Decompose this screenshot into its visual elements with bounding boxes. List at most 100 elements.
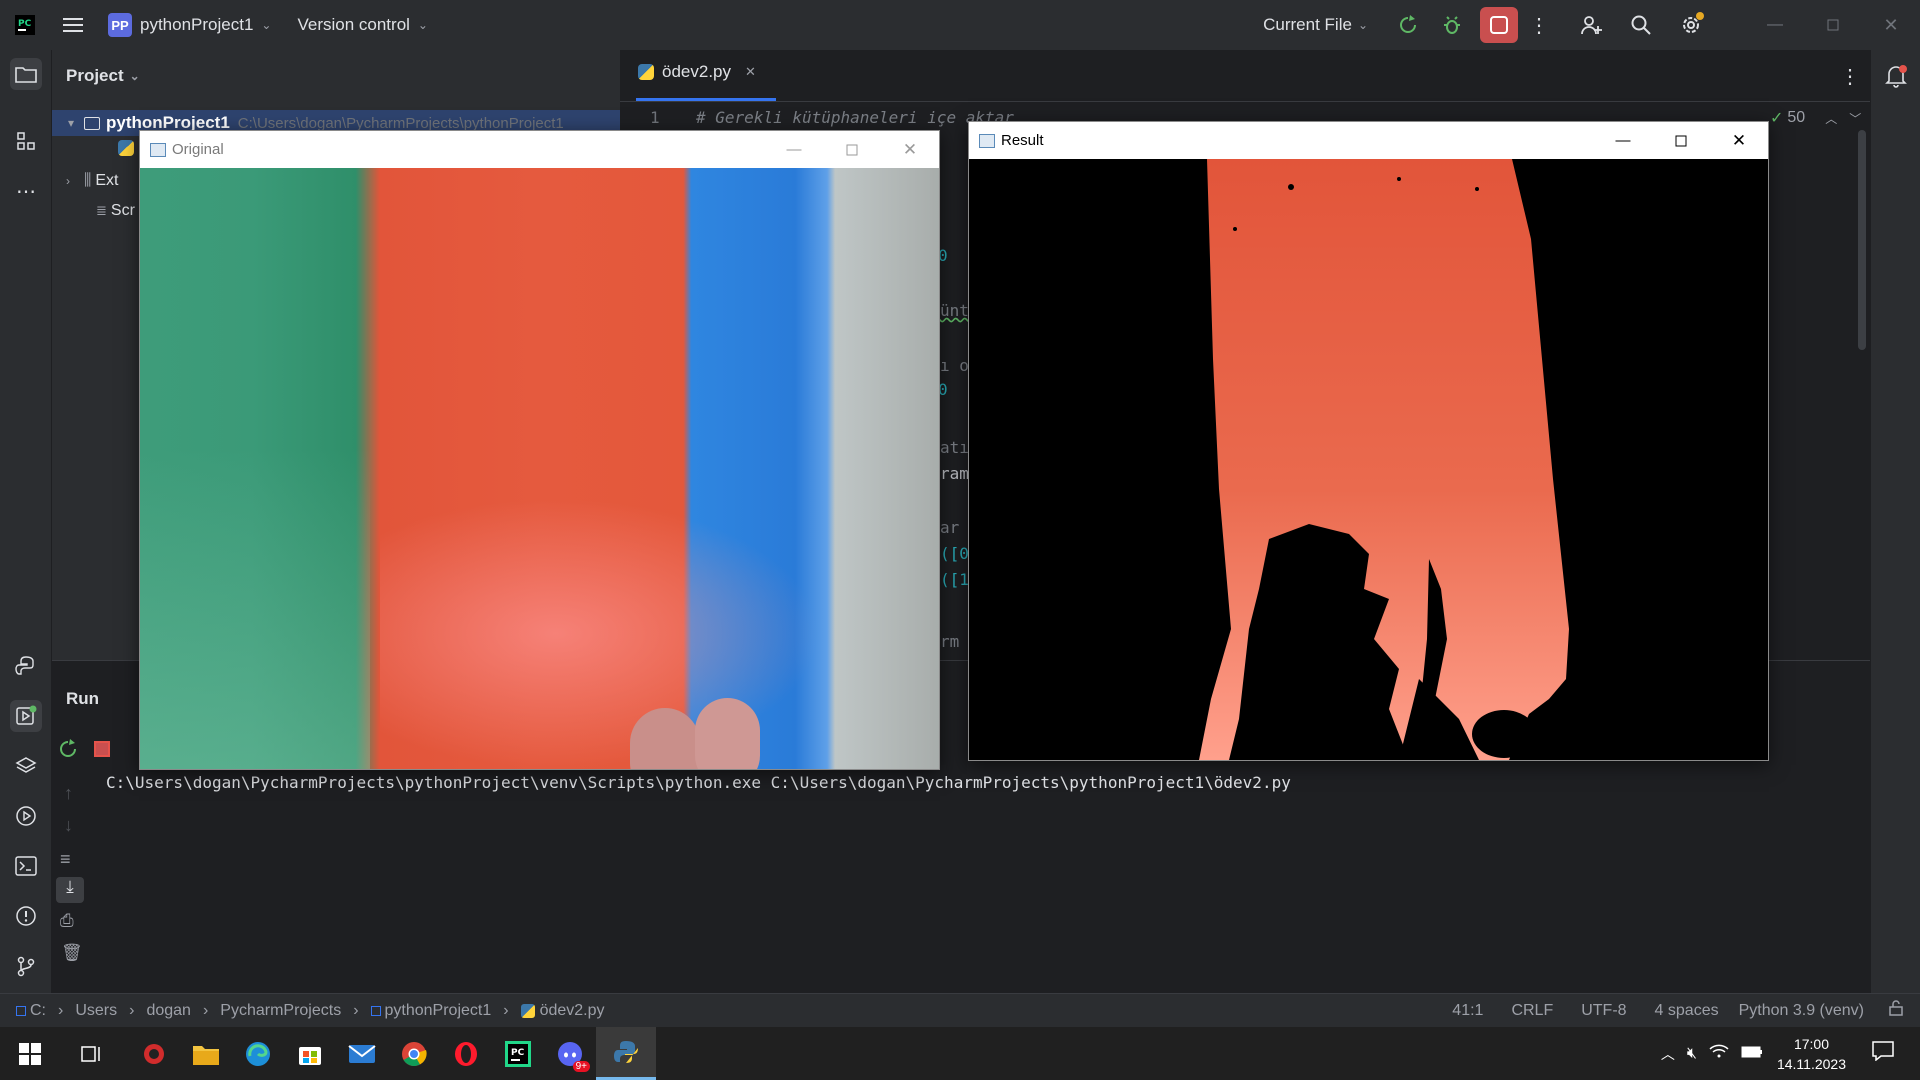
git-icon[interactable] xyxy=(10,950,42,982)
tree-item-external-libraries[interactable]: › ⫼ Ext xyxy=(66,172,119,190)
close-icon[interactable]: ✕ xyxy=(881,131,939,168)
soft-wrap-icon[interactable]: ≡ xyxy=(60,849,71,870)
breadcrumb-item[interactable]: pythonProject1 xyxy=(385,1002,492,1020)
windows-taskbar: PC 9+ ︿ 🔇︎ 17:00 14.11.2023 xyxy=(0,1027,1920,1080)
battery-icon[interactable] xyxy=(1741,1045,1763,1063)
original-window-title: Original xyxy=(172,141,224,158)
indent-setting[interactable]: 4 spaces xyxy=(1655,1002,1719,1020)
lock-icon[interactable] xyxy=(1888,1000,1904,1021)
close-tab-icon[interactable]: ✕ xyxy=(745,64,756,80)
notification-center-icon[interactable] xyxy=(1872,1041,1894,1066)
result-window-titlebar[interactable]: Result — ✕ xyxy=(969,122,1768,159)
project-tool-icon[interactable] xyxy=(10,58,42,90)
original-image-window[interactable]: Original — ✕ xyxy=(139,130,940,770)
trash-icon[interactable]: 🗑 xyxy=(61,943,83,963)
file-encoding[interactable]: UTF-8 xyxy=(1581,1002,1626,1020)
breadcrumb-item[interactable]: Users xyxy=(75,1002,117,1020)
breadcrumb-item[interactable]: ödev2.py xyxy=(540,1002,605,1020)
mail-icon[interactable] xyxy=(336,1027,388,1080)
code-fragment: ([0 xyxy=(940,544,969,563)
discord-icon[interactable]: 9+ xyxy=(544,1027,596,1080)
debug-icon[interactable] xyxy=(1430,0,1474,50)
pycharm-taskbar-icon[interactable]: PC xyxy=(492,1027,544,1080)
stop-button[interactable] xyxy=(1480,7,1518,43)
scroll-down-icon[interactable]: ↓ xyxy=(64,815,73,836)
file-explorer-icon[interactable] xyxy=(180,1027,232,1080)
maximize-icon[interactable] xyxy=(1652,122,1710,159)
breadcrumb-item[interactable]: dogan xyxy=(146,1002,191,1020)
notifications-bell-icon[interactable] xyxy=(1884,64,1908,93)
chevron-down-icon[interactable]: ﹀ xyxy=(1849,110,1861,127)
caret-position[interactable]: 41:1 xyxy=(1452,1002,1483,1020)
chevron-down-icon[interactable]: ▾ xyxy=(68,116,74,130)
chevron-up-icon[interactable]: ︿ xyxy=(1825,110,1837,127)
structure-tool-icon[interactable] xyxy=(10,125,42,157)
windows-start-icon[interactable] xyxy=(4,1027,56,1080)
project-panel-header[interactable]: Project ⌄ xyxy=(66,66,140,86)
scroll-up-icon[interactable]: ↑ xyxy=(64,783,73,804)
screen-recorder-icon[interactable] xyxy=(128,1027,180,1080)
library-icon: ⫼ xyxy=(84,172,92,189)
module-icon xyxy=(370,1005,381,1016)
result-image-window[interactable]: Result — ✕ xyxy=(968,121,1769,761)
code-fragment: ünt xyxy=(940,301,969,320)
version-control-menu[interactable]: Version control ⌄ xyxy=(297,15,428,35)
editor-more-icon[interactable]: ⋮ xyxy=(1840,64,1860,89)
gutter-line-number: 1 xyxy=(650,108,660,127)
more-actions-icon[interactable]: ⋮ xyxy=(1524,0,1554,50)
breadcrumb-item[interactable]: C: xyxy=(30,1002,46,1020)
project-name: pythonProject1 xyxy=(140,15,254,34)
editor-tab[interactable]: ödev2.py ✕ xyxy=(638,62,756,82)
rerun-icon[interactable] xyxy=(58,739,78,764)
window-app-icon xyxy=(150,142,166,157)
volume-muted-icon[interactable]: 🔇︎ xyxy=(1687,1045,1697,1063)
python-packages-icon[interactable] xyxy=(10,750,42,782)
python-interpreter[interactable]: Python 3.9 (venv) xyxy=(1739,1002,1864,1020)
inspection-widget[interactable]: ✓ 50 ︿ ﹀ xyxy=(1770,108,1861,128)
run-config-selector[interactable]: Current File ⌄ xyxy=(1263,15,1368,35)
tree-item-scratches[interactable]: ≣ Scr xyxy=(96,202,135,220)
terminal-icon[interactable] xyxy=(10,850,42,882)
close-icon[interactable]: ✕ xyxy=(1710,122,1768,159)
python-console-icon[interactable] xyxy=(10,650,42,682)
print-icon[interactable]: ⎙ xyxy=(60,911,74,931)
original-window-titlebar[interactable]: Original — ✕ xyxy=(140,131,939,168)
task-view-icon[interactable] xyxy=(66,1027,118,1080)
console-command-line[interactable]: C:\Users\dogan\PycharmProjects\pythonPro… xyxy=(106,773,1291,792)
opera-icon[interactable] xyxy=(440,1027,492,1080)
run-tab[interactable]: Run xyxy=(66,689,99,709)
wifi-icon[interactable] xyxy=(1709,1043,1729,1064)
problems-icon[interactable] xyxy=(10,900,42,932)
python-app-icon[interactable] xyxy=(596,1027,656,1080)
maximize-window-icon[interactable] xyxy=(1804,0,1862,50)
project-switcher[interactable]: PP pythonProject1 ⌄ xyxy=(108,13,271,37)
run-tool-icon[interactable] xyxy=(10,700,42,732)
show-hidden-icons-icon[interactable]: ︿ xyxy=(1661,1044,1675,1064)
microsoft-store-icon[interactable] xyxy=(284,1027,336,1080)
minimize-window-icon[interactable]: — xyxy=(1746,0,1804,50)
breadcrumb-item[interactable]: PycharmProjects xyxy=(220,1002,341,1020)
close-window-icon[interactable]: ✕ xyxy=(1862,0,1920,50)
minimize-icon[interactable]: — xyxy=(765,131,823,168)
editor-tab-bar: ödev2.py ✕ ⋮ xyxy=(620,50,1870,102)
stop-icon[interactable] xyxy=(94,741,110,757)
scratches-label: Scr xyxy=(110,202,135,219)
line-separator[interactable]: CRLF xyxy=(1511,1002,1553,1020)
scroll-to-end-icon[interactable]: ⤓ xyxy=(56,877,84,903)
minimize-icon[interactable]: — xyxy=(1594,122,1652,159)
edge-browser-icon[interactable] xyxy=(232,1027,284,1080)
system-clock[interactable]: 17:00 14.11.2023 xyxy=(1777,1034,1846,1074)
code-line-1[interactable]: # Gerekli kütüphaneleri içe aktar xyxy=(696,108,1014,127)
add-user-icon[interactable] xyxy=(1566,0,1616,50)
version-control-label: Version control xyxy=(297,15,410,34)
more-tools-icon[interactable]: ⋯ xyxy=(10,175,42,207)
main-menu-icon[interactable] xyxy=(50,0,96,50)
chrome-icon[interactable] xyxy=(388,1027,440,1080)
maximize-icon[interactable] xyxy=(823,131,881,168)
rerun-icon[interactable] xyxy=(1386,0,1430,50)
settings-gear-icon[interactable] xyxy=(1666,0,1716,50)
vertical-scrollbar[interactable] xyxy=(1858,130,1866,350)
chevron-right-icon[interactable]: › xyxy=(66,174,70,188)
services-icon[interactable] xyxy=(10,800,42,832)
search-icon[interactable] xyxy=(1616,0,1666,50)
